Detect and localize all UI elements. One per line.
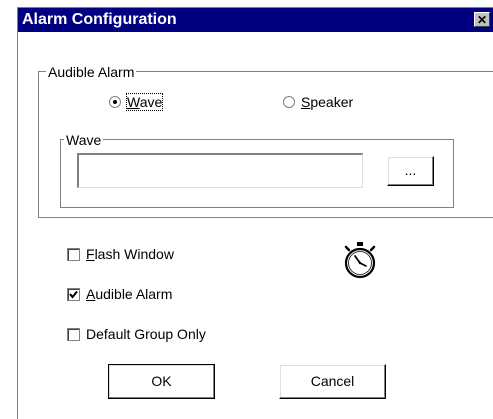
radio-speaker[interactable]: Speaker — [283, 94, 353, 110]
ok-button[interactable]: OK — [108, 364, 215, 399]
audible-alarm-label: Audible Alarm — [86, 286, 173, 302]
cancel-button-label: Cancel — [310, 373, 355, 389]
alarm-configuration-dialog: Alarm Configuration ✕ Audible Alarm Wave… — [17, 7, 493, 419]
radio-wave-indicator[interactable] — [109, 96, 121, 108]
close-button[interactable]: ✕ — [474, 12, 490, 27]
flash-window-label: Flash Window — [86, 246, 174, 262]
ok-button-label: OK — [151, 373, 172, 389]
checkmark-icon — [69, 290, 78, 299]
radio-speaker-label: Speaker — [301, 94, 354, 110]
radio-speaker-indicator[interactable] — [283, 96, 295, 108]
radio-wave[interactable]: Wave — [109, 93, 164, 111]
default-group-only-checkbox[interactable]: Default Group Only — [67, 326, 206, 342]
browse-button[interactable]: ... — [387, 156, 434, 186]
window-title: Alarm Configuration — [22, 11, 177, 28]
browse-button-label: ... — [404, 162, 417, 178]
audible-alarm-checkbox-box[interactable] — [67, 287, 80, 301]
flash-window-checkbox-box[interactable] — [67, 247, 80, 261]
flash-window-checkbox[interactable]: Flash Window — [67, 246, 174, 262]
default-group-only-checkbox-box[interactable] — [67, 327, 80, 341]
wave-file-path-input[interactable] — [77, 153, 363, 188]
audible-alarm-checkbox[interactable]: Audible Alarm — [67, 286, 172, 302]
close-icon: ✕ — [476, 13, 488, 27]
default-group-only-label: Default Group Only — [86, 326, 206, 342]
wave-group-legend: Wave — [64, 132, 104, 148]
title-bar[interactable]: Alarm Configuration ✕ — [18, 8, 493, 32]
stopwatch-icon — [344, 242, 376, 279]
radio-wave-label: Wave — [125, 93, 164, 111]
audible-alarm-group-legend: Audible Alarm — [46, 64, 137, 80]
cancel-button[interactable]: Cancel — [279, 364, 386, 399]
